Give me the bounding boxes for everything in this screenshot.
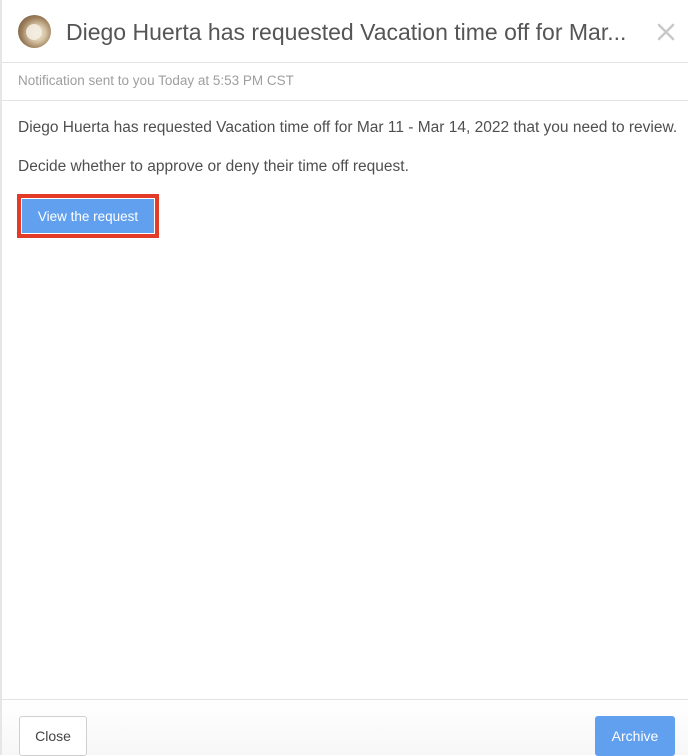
close-icon[interactable] <box>652 18 680 46</box>
archive-button[interactable]: Archive <box>595 716 675 756</box>
page-title: Diego Huerta has requested Vacation time… <box>66 19 627 45</box>
request-instructions: Decide whether to approve or deny their … <box>18 158 409 175</box>
notification-modal: Diego Huerta has requested Vacation time… <box>0 0 688 756</box>
view-request-button[interactable]: View the request <box>22 199 154 233</box>
notification-timestamp: Notification sent to you Today at 5:53 P… <box>18 73 294 88</box>
close-button[interactable]: Close <box>19 716 87 756</box>
notification-meta-bar: Notification sent to you Today at 5:53 P… <box>2 63 688 101</box>
avatar-photo <box>26 24 42 40</box>
close-icon-graphic <box>657 23 675 41</box>
modal-footer: Close Archive <box>2 699 688 756</box>
modal-header: Diego Huerta has requested Vacation time… <box>2 0 688 63</box>
request-description: Diego Huerta has requested Vacation time… <box>18 119 678 136</box>
avatar <box>18 15 51 48</box>
